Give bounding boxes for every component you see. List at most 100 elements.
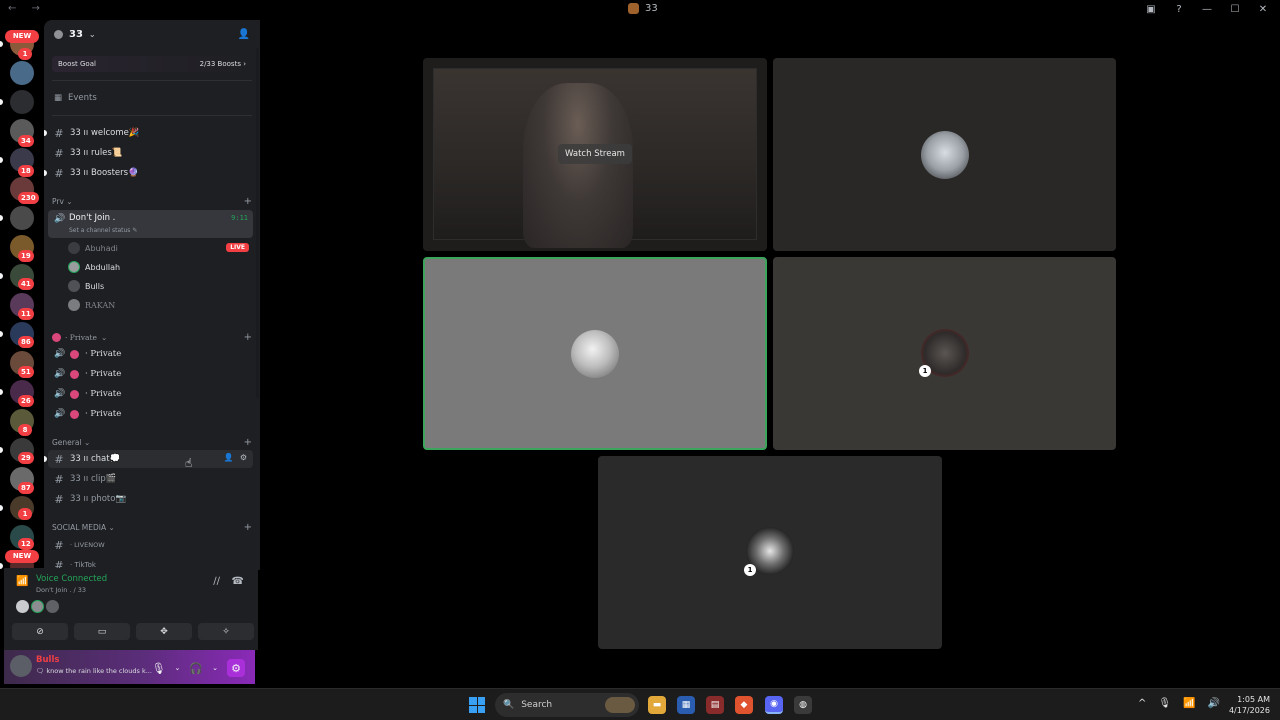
system-tray: ^ 🎙 📶 🔊 [1138,698,1220,709]
store-icon[interactable]: ▦ [677,696,695,714]
add-channel-icon[interactable]: + [244,522,252,533]
mention-badge: 230 [18,192,39,204]
sidebar-scrollbar[interactable] [256,48,259,398]
category-prv[interactable]: Prv ⌄ + [52,195,252,207]
channel-welcome[interactable]: # 33 ıı welcome🎉 [44,124,253,142]
avatar [16,600,29,613]
search-icon: 🔍 [503,700,515,710]
taskbar-search[interactable]: 🔍 Search [495,693,639,717]
add-channel-icon[interactable]: + [244,437,252,448]
watch-stream-button[interactable]: Watch Stream [558,144,632,164]
camera-off-button[interactable]: ⊘ [12,623,68,640]
unread-indicator [44,170,47,176]
channel-chat[interactable]: # 33 ıı chat💭 👤 ⚙ [44,450,253,468]
avatar[interactable] [10,655,32,677]
help-icon[interactable]: ? [1172,2,1186,16]
maximize-icon[interactable]: ☐ [1228,2,1242,16]
voice-channel-private-1[interactable]: 🔊 · Private [48,345,253,363]
minimize-icon[interactable]: — [1200,2,1214,16]
unread-indicator [0,99,3,105]
private-emoji-icon [52,332,61,342]
voice-user-abdullah[interactable]: Abdullah [68,259,253,275]
participant-tile[interactable]: 1 [598,456,942,649]
volume-icon[interactable]: 🔊 [1208,698,1220,709]
mention-badge: 86 [18,336,34,348]
voice-user-abuhadi[interactable]: Abuhadi LIVE [68,240,253,256]
private-emoji-icon [70,409,79,419]
mention-badge: 8 [18,424,32,436]
server-icon[interactable] [10,90,34,114]
participant-tile[interactable] [773,58,1116,251]
windows-start-icon[interactable] [469,697,485,713]
discord-icon[interactable]: ◉ [765,696,783,714]
add-channel-icon[interactable]: + [244,196,252,207]
category-general[interactable]: General ⌄ + [52,436,252,448]
brave-browser-icon[interactable]: ◆ [735,696,753,714]
window-title: 33 [628,3,658,14]
invite-icon[interactable]: 👤 [224,453,234,462]
voice-channel-private-3[interactable]: 🔊 · Private [48,385,253,403]
channel-livenow[interactable]: # · LIVENOW [48,536,253,554]
chevron-down-icon[interactable]: ⌄ [175,664,181,672]
status-badge: 1 [744,564,756,576]
channel-boosters[interactable]: # 33 ıı Boosters🔮 [44,164,253,182]
clock[interactable]: 1:05 AM 4/17/2026 [1229,694,1270,716]
hash-icon: # [54,538,64,552]
private-emoji-icon [70,349,79,359]
file-explorer-icon[interactable]: ▬ [648,696,666,714]
chevron-down-icon[interactable]: ⌄ [212,664,218,672]
active-voice-channel[interactable]: 🔊 Don't Join . Set a channel status ✎ 9:… [48,210,253,238]
close-icon[interactable]: ✕ [1256,2,1270,16]
microphone-icon[interactable]: 🎙 [1158,698,1171,709]
hash-icon: # [54,146,64,160]
app-icon[interactable]: ◍ [794,696,812,714]
signal-icon[interactable]: 📶 [16,576,28,587]
headphones-icon[interactable]: 🎧 [189,662,203,675]
add-channel-icon[interactable]: + [244,332,252,343]
disconnect-icon[interactable]: ☎ [232,576,244,587]
microphone-icon[interactable]: 🎙 [152,662,166,675]
channel-rules[interactable]: # 33 ıı rules📜 [48,144,253,162]
mention-badge: 26 [18,395,34,407]
soundboard-button[interactable]: ✧ [198,623,254,640]
custom-status: 🗨 know the rain like the clouds k... [36,667,152,675]
unread-indicator [0,157,3,163]
activities-button[interactable]: ✥ [136,623,192,640]
noise-suppression-icon[interactable]: ∕∕ [213,576,220,587]
unread-indicator [0,41,3,47]
title-bar: ← → 33 ▣ ? — ☐ ✕ [0,0,1280,20]
new-pill-badge: NEW [5,30,39,43]
server-icon[interactable] [10,206,34,230]
gear-icon[interactable]: ⚙ [240,453,247,462]
chevron-up-icon[interactable]: ^ [1138,698,1146,709]
hash-icon: # [54,126,64,140]
mention-badge: 1 [18,48,32,60]
voice-channel-private-4[interactable]: 🔊 · Private [48,405,253,423]
category-social-media[interactable]: SOCIAL MEDIA ⌄ + [52,521,252,533]
unread-indicator [0,215,3,221]
voice-user-bulls[interactable]: Bulls [68,278,253,294]
network-icon[interactable]: 📶 [1183,698,1195,709]
app-icon[interactable]: ▤ [706,696,724,714]
stream-tile[interactable]: Watch Stream [423,58,767,251]
channel-photo[interactable]: # 33 ıı photo📷 [48,490,253,508]
gear-icon[interactable]: ⚙ [227,659,245,677]
channel-clip[interactable]: # 33 ıı clip🎬 [48,470,253,488]
speaker-icon: 🔊 [54,389,66,399]
category-private[interactable]: · Private ⌄ + [52,331,252,343]
nav-arrows[interactable]: ← → [8,3,46,14]
voice-channel-private-2[interactable]: 🔊 · Private [48,365,253,383]
mention-badge: 34 [18,135,34,147]
status-badge: 1 [919,365,931,377]
server-icon[interactable] [10,61,34,85]
mention-badge: 41 [18,278,34,290]
unread-indicator [0,505,3,511]
share-screen-button[interactable]: ▭ [74,623,130,640]
participant-tile-speaking[interactable] [423,257,767,450]
voice-user-rakan[interactable]: RAKAN [68,297,253,313]
inbox-icon[interactable]: ▣ [1144,2,1158,16]
speaker-icon: 🔊 [54,369,66,379]
channel-status[interactable]: Set a channel status ✎ [69,227,137,234]
participant-tile[interactable]: 1 [773,257,1116,450]
private-emoji-icon [70,389,79,399]
